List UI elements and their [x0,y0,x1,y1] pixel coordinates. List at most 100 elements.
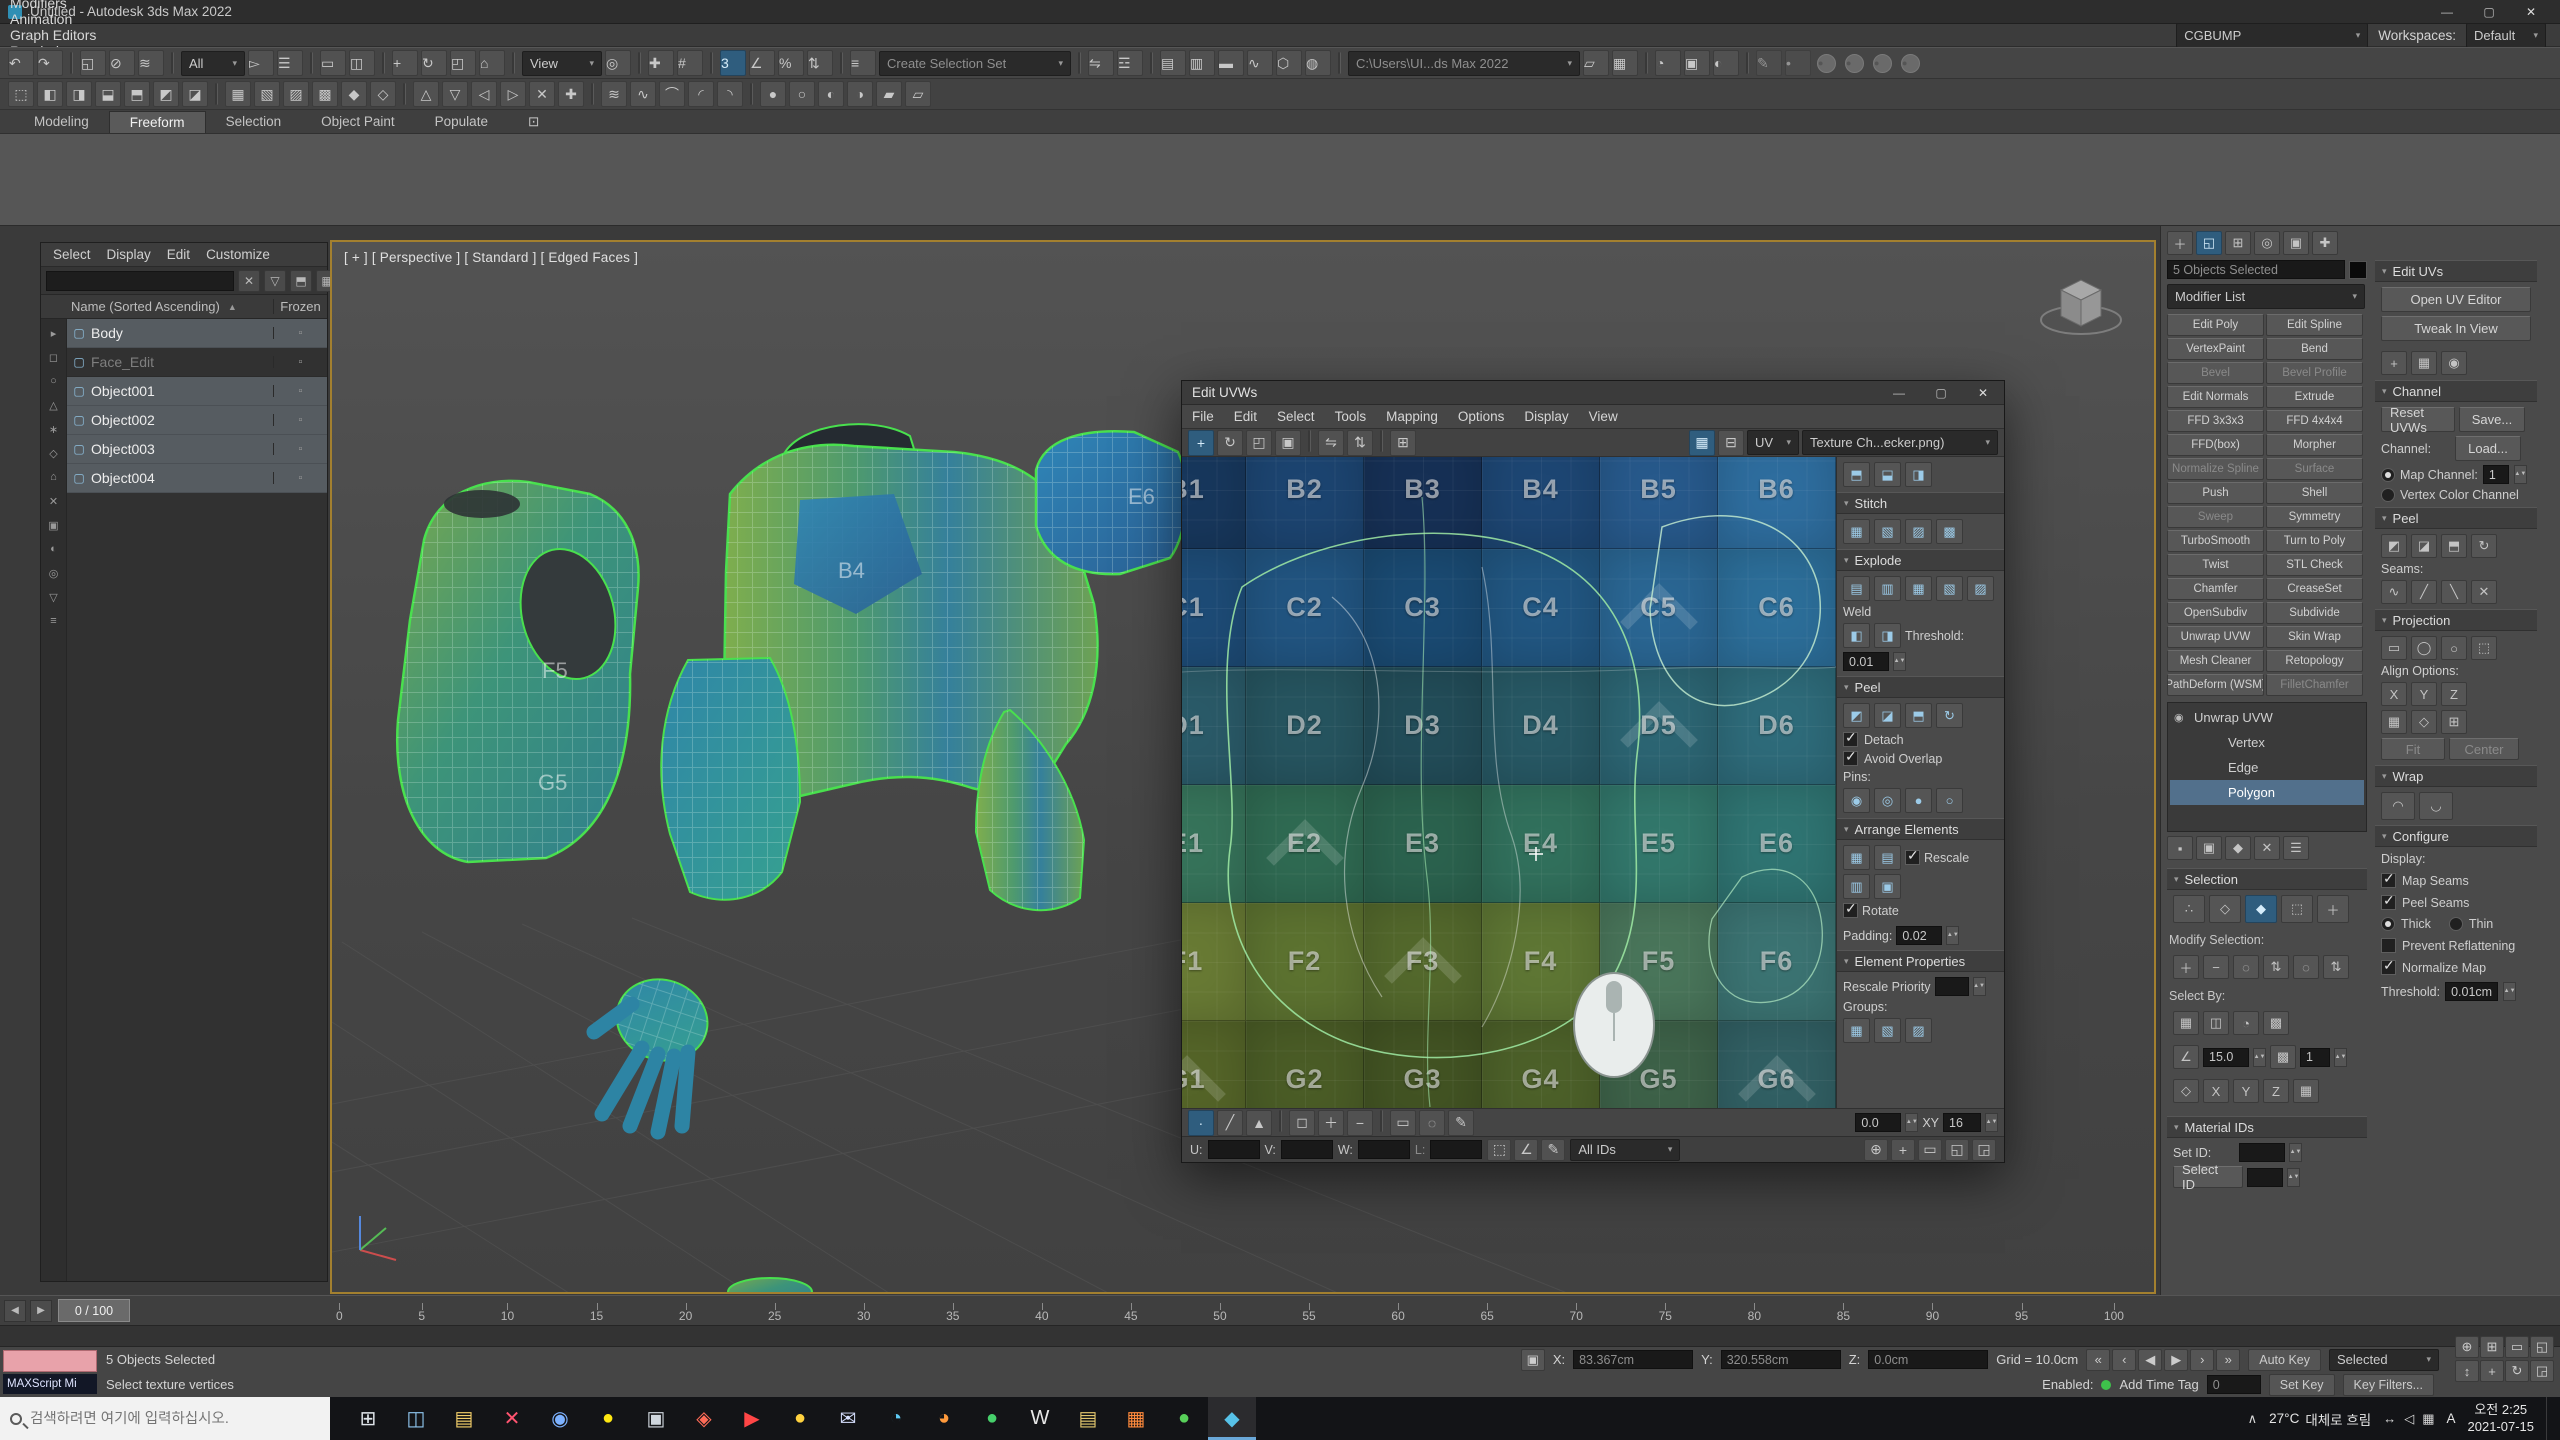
toolbar-icon[interactable]: ↷ [37,50,63,76]
workspace-dropdown[interactable]: Default▾ [2466,23,2546,48]
toolbar-icon[interactable] [512,52,515,74]
toolbar-icon[interactable]: ▥ [1189,50,1215,76]
tweak-in-view-button[interactable]: Tweak In View [2381,316,2531,341]
xy-label[interactable]: XY [1922,1116,1939,1130]
toolbar-icon[interactable]: ◱ [80,50,106,76]
taskbar-search-box[interactable] [0,1397,330,1440]
frozen-toggle[interactable]: ▫ [273,472,327,484]
pin-tool-icon[interactable]: ● [1905,788,1932,813]
taskbar-app-icon[interactable]: ▶ [728,1397,776,1440]
toolbar-icon[interactable] [1645,52,1648,74]
explode-tool-icon[interactable]: ▦ [1905,576,1932,601]
subobject-mode-icon[interactable]: ◇ [2209,895,2241,923]
modifier-button[interactable]: CreaseSet [2266,578,2363,600]
toolbar-icon[interactable]: ∿ [1247,50,1273,76]
visibility-eye-icon[interactable]: ◉ [2174,711,2188,724]
axis-constraint-button[interactable]: ◇ [2173,1079,2199,1103]
explorer-filter-icon[interactable]: ◐ [44,539,64,559]
uv-menu-item[interactable]: Options [1448,409,1515,424]
element-properties-rollout-header[interactable]: ▾Element Properties [1837,950,2004,972]
taskbar-app-icon[interactable]: ✕ [488,1397,536,1440]
poly-tool-icon[interactable]: ▨ [283,81,309,107]
taskbar-app-icon[interactable]: ✉ [824,1397,872,1440]
pin-tool-icon[interactable]: ◉ [1843,788,1870,813]
current-frame-field[interactable]: 0 [2207,1375,2261,1394]
toolbar-icon[interactable]: ● [1845,54,1864,73]
peel-cp-icon[interactable]: ◩ [2381,534,2407,558]
modifier-button[interactable]: Subdivide [2266,602,2363,624]
x-coordinate-field[interactable]: 83.367cm [1573,1350,1693,1369]
uv-menu-item[interactable]: Display [1514,409,1578,424]
stack-control-icon[interactable]: ▪ [2167,836,2193,860]
spinner[interactable]: ▲▼ [1985,1113,1998,1132]
uv-tool-icon[interactable]: ⇅ [1347,430,1373,456]
toolbar-icon[interactable]: All▾ [181,51,245,76]
peel-tool-icon[interactable]: ⬒ [1905,703,1932,728]
toolbar-icon[interactable]: ▣ [1684,50,1710,76]
toolbar-icon[interactable]: ● [1817,54,1836,73]
uv-tool-icon[interactable] [1380,430,1383,452]
poly-tool-icon[interactable]: ◇ [370,81,396,107]
all-ids-dropdown[interactable]: All IDs▾ [1570,1139,1680,1161]
uv-bottom-tool-icon[interactable]: ▲ [1246,1110,1272,1136]
minimize-button[interactable]: — [2426,0,2468,23]
thick-radio[interactable] [2381,917,2395,931]
ribbon-tab[interactable]: Object Paint [301,111,415,133]
toolbar-icon[interactable]: ◐ [1713,50,1739,76]
spinner[interactable]: ▲▼ [2289,1143,2302,1162]
modifier-button[interactable]: Turn to Poly [2266,530,2363,552]
axis-constraint-button[interactable]: X [2203,1079,2229,1103]
toolbar-icon[interactable]: ▻ [248,50,274,76]
modifier-button[interactable]: VertexPaint [2167,338,2264,360]
spinner[interactable]: ▲▼ [2253,1048,2266,1067]
uv-bottom-tool-icon[interactable]: ∙ [1188,1110,1214,1136]
uv-zoom-icon[interactable]: ◲ [1972,1139,1996,1161]
grid-size-field[interactable]: 16 [1943,1113,1981,1132]
taskbar-app-icon[interactable]: ▤ [440,1397,488,1440]
macro-recorder-pane[interactable] [3,1350,97,1372]
modifier-button[interactable]: PathDeform (WSM) [2167,674,2264,696]
uv-tool-icon[interactable]: ▣ [1275,430,1301,456]
toolbar-icon[interactable]: ◎ [605,50,631,76]
ribbon-tab[interactable]: Selection [206,111,302,133]
taskbar-app-icon[interactable]: ▣ [632,1397,680,1440]
modifier-button[interactable]: TurboSmooth [2167,530,2264,552]
toolbar-icon[interactable] [840,52,843,74]
toolbar-icon[interactable] [1150,52,1153,74]
arrange-tool-icon[interactable]: ▦ [1843,845,1870,870]
explorer-filter-icon[interactable]: ✕ [44,491,64,511]
fit-button[interactable]: Fit [2381,738,2445,760]
ime-indicator[interactable]: A [2446,1411,2455,1426]
select-by-icon[interactable]: ▦ [2173,1011,2199,1035]
toolbar-icon[interactable]: ⇅ [807,50,833,76]
uv-canvas[interactable]: B1B2B3B4B5B6C1C2C3C4C5C6D1D2D3D4D5D6E1E2… [1182,457,1836,1108]
explorer-column-header[interactable]: Name (Sorted Ascending)▲ Frozen [41,295,327,319]
modifier-button[interactable]: Normalize Spline [2167,458,2264,480]
uv-bottom-tool-icon[interactable]: ＋ [1318,1110,1344,1136]
toolbar-icon[interactable]: ≡ [850,50,876,76]
u-field[interactable] [1208,1140,1260,1159]
transport-button[interactable]: ▶ [2164,1349,2188,1371]
arrange-tool-icon[interactable]: ▤ [1874,845,1901,870]
peel-seams-checkbox[interactable] [2381,895,2396,910]
select-by-icon[interactable]: ◔ [2233,1011,2259,1035]
rescale-priority-field[interactable] [1935,977,1969,996]
edit-uvs-rollout-header[interactable]: ▾Edit UVs [2375,260,2537,282]
projection-map-icon[interactable]: ⬚ [2471,636,2497,660]
wrap-rollout-header[interactable]: ▾Wrap [2375,765,2537,787]
uv-status-icon[interactable]: ∠ [1514,1139,1538,1161]
modifier-button[interactable]: FFD 4x4x4 [2266,410,2363,432]
subobject-mode-icon[interactable]: ＋ [2317,895,2349,923]
align-tool-icon[interactable]: ⊞ [2441,710,2467,734]
padding-field[interactable]: 0.02 [1896,926,1942,945]
toolbar-icon[interactable]: + [392,50,418,76]
toolbar-icon[interactable]: ↻ [421,50,447,76]
peel-cp-icon[interactable]: ↻ [2471,534,2497,558]
toolbar-icon[interactable] [310,52,313,74]
poly-tool-icon[interactable] [750,83,753,105]
modifier-button[interactable]: Edit Poly [2167,314,2264,336]
key-filters-button[interactable]: Key Filters... [2343,1374,2434,1396]
map-channel-radio[interactable] [2381,468,2395,482]
poly-tool-icon[interactable]: ▰ [876,81,902,107]
peel-cp-icon[interactable]: ⬒ [2441,534,2467,558]
